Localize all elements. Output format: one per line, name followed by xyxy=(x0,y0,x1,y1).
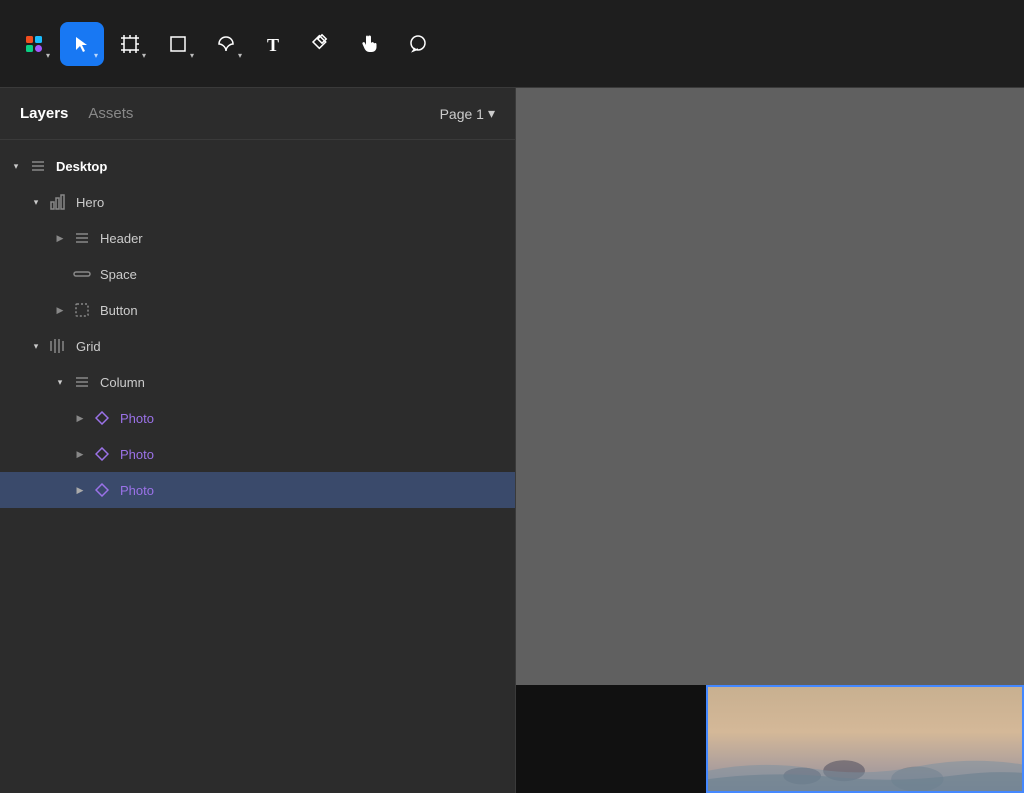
tab-assets[interactable]: Assets xyxy=(88,101,133,126)
layer-label-grid: Grid xyxy=(76,339,101,354)
list-icon-desktop xyxy=(28,156,48,176)
chevron-hero[interactable]: ▾ xyxy=(28,194,44,210)
space-icon xyxy=(72,264,92,284)
chevron-photo1[interactable]: ▶ xyxy=(72,410,88,426)
layer-item-grid[interactable]: ▾ Grid xyxy=(0,328,515,364)
list-icon-header xyxy=(72,228,92,248)
toolbar: ▾ ▾ ▾ ▾ xyxy=(0,0,1024,88)
figma-menu-chevron: ▾ xyxy=(46,51,50,60)
layer-label-photo3: Photo xyxy=(120,483,154,498)
diamond-icon-photo1 xyxy=(92,408,112,428)
canvas-dark-panel xyxy=(516,685,706,793)
layer-label-column: Column xyxy=(100,375,145,390)
frame-tool-chevron: ▾ xyxy=(142,51,146,60)
pen-tool-button[interactable]: ▾ xyxy=(204,22,248,66)
shape-tool-button[interactable]: ▾ xyxy=(156,22,200,66)
chevron-desktop[interactable]: ▾ xyxy=(8,158,24,174)
sidebar-tabs: Layers Assets xyxy=(20,101,133,126)
diamond-icon-photo2 xyxy=(92,444,112,464)
dashed-icon-button xyxy=(72,300,92,320)
main-area: Layers Assets Page 1 ▾ ▾ Desk xyxy=(0,88,1024,793)
layer-label-photo1: Photo xyxy=(120,411,154,426)
frame-tool-button[interactable]: ▾ xyxy=(108,22,152,66)
canvas-image-preview xyxy=(516,685,1024,793)
layer-item-photo3[interactable]: ▶ Photo xyxy=(0,472,515,508)
hand-tool-button[interactable] xyxy=(348,22,392,66)
layer-item-photo2[interactable]: ▶ Photo xyxy=(0,436,515,472)
sidebar: Layers Assets Page 1 ▾ ▾ Desk xyxy=(0,88,516,793)
pen-tool-chevron: ▾ xyxy=(238,51,242,60)
chevron-header[interactable]: ▶ xyxy=(52,230,68,246)
list-icon-column xyxy=(72,372,92,392)
canvas-photo-panel xyxy=(706,685,1024,793)
chevron-column[interactable]: ▾ xyxy=(52,374,68,390)
sidebar-header: Layers Assets Page 1 ▾ xyxy=(0,88,515,140)
figma-menu-button[interactable]: ▾ xyxy=(12,22,56,66)
chevron-grid[interactable]: ▾ xyxy=(28,338,44,354)
svg-text:T: T xyxy=(267,35,279,55)
layer-item-desktop[interactable]: ▾ Desktop xyxy=(0,148,515,184)
move-tool-button[interactable]: ▾ xyxy=(60,22,104,66)
shape-tool-chevron: ▾ xyxy=(190,51,194,60)
chevron-button[interactable]: ▶ xyxy=(52,302,68,318)
chart-icon-hero xyxy=(48,192,68,212)
tab-layers[interactable]: Layers xyxy=(20,101,68,126)
layer-label-button: Button xyxy=(100,303,138,318)
layer-label-space: Space xyxy=(100,267,137,282)
layer-item-photo1[interactable]: ▶ Photo xyxy=(0,400,515,436)
layer-item-column[interactable]: ▾ Column xyxy=(0,364,515,400)
page-chevron-icon: ▾ xyxy=(488,105,495,122)
chevron-photo2[interactable]: ▶ xyxy=(72,446,88,462)
grid-icon xyxy=(48,336,68,356)
layer-label-photo2: Photo xyxy=(120,447,154,462)
canvas-area[interactable] xyxy=(516,88,1024,793)
layers-panel: ▾ Desktop ▾ xyxy=(0,140,515,793)
page-label: Page 1 xyxy=(440,106,484,122)
layer-label-header: Header xyxy=(100,231,143,246)
move-tool-chevron: ▾ xyxy=(94,51,98,60)
layer-label-hero: Hero xyxy=(76,195,104,210)
component-tool-button[interactable] xyxy=(300,22,344,66)
chevron-photo3[interactable]: ▶ xyxy=(72,482,88,498)
layer-item-hero[interactable]: ▾ Hero xyxy=(0,184,515,220)
layer-item-button[interactable]: ▶ Button xyxy=(0,292,515,328)
page-selector[interactable]: Page 1 ▾ xyxy=(440,105,495,122)
layer-item-header[interactable]: ▶ Header xyxy=(0,220,515,256)
text-tool-button[interactable]: T xyxy=(252,22,296,66)
diamond-icon-photo3 xyxy=(92,480,112,500)
layer-item-space[interactable]: ▶ Space xyxy=(0,256,515,292)
layer-label-desktop: Desktop xyxy=(56,159,107,174)
comment-tool-button[interactable] xyxy=(396,22,440,66)
